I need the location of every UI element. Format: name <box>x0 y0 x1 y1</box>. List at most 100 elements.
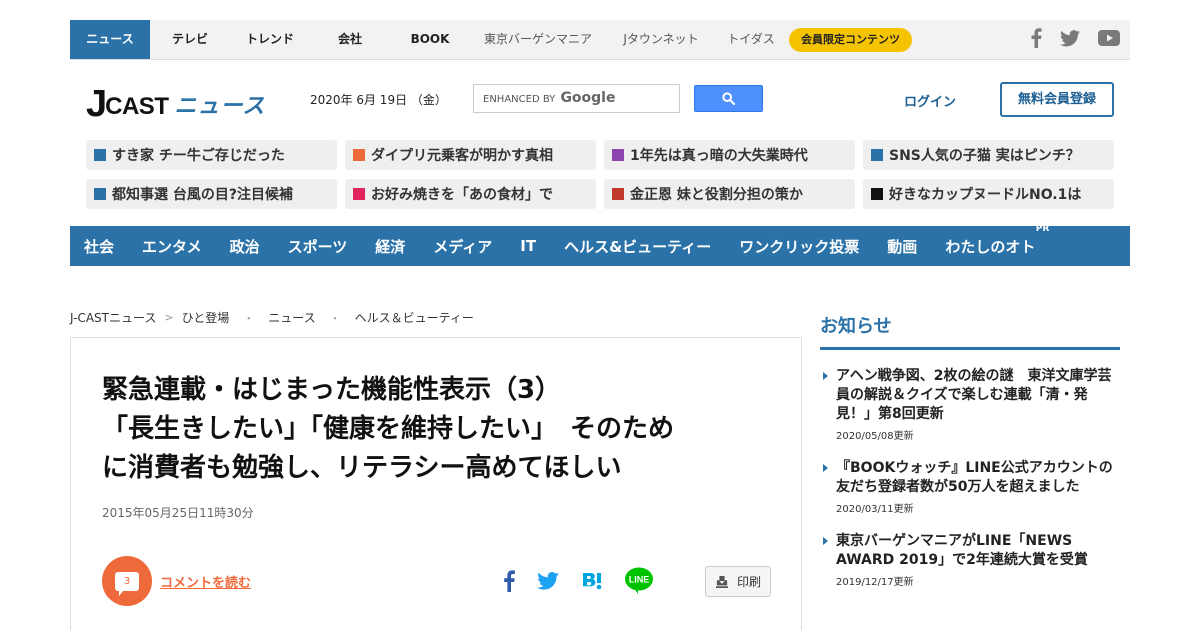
notice-date: 2019/12/17更新 <box>836 577 914 588</box>
ticker-marker <box>94 149 106 161</box>
youtube-icon[interactable] <box>1098 30 1120 50</box>
share-buttons: LINE <box>503 567 675 594</box>
ticker-item[interactable]: すき家 チー牛ご存じだった <box>86 140 337 170</box>
member-content-badge[interactable]: 会員限定コンテンツ <box>789 28 912 52</box>
site-logo[interactable]: J CAST ニュース <box>86 80 266 125</box>
ticker-item[interactable]: 1年先は真っ暗の大失業時代 <box>604 140 855 170</box>
breadcrumb-separator: > <box>164 311 174 324</box>
breadcrumb: J-CASTニュース > ひと登場 ・ ニュース ・ ヘルス＆ビューティー <box>70 309 474 326</box>
chevron-right-icon <box>823 464 828 472</box>
site-nav-tv[interactable]: テレビ <box>150 20 230 59</box>
ticker-label: 1年先は真っ暗の大失業時代 <box>630 148 808 164</box>
headline-line: に消費者も勉強し、リテラシー高めてほしい <box>102 453 622 483</box>
breadcrumb-item[interactable]: J-CASTニュース <box>70 309 156 326</box>
ticker-marker <box>353 149 365 161</box>
search-brand: Google <box>560 90 616 106</box>
category-society[interactable]: 社会 <box>84 236 114 257</box>
notices-title: お知らせ <box>820 312 1120 350</box>
ticker-label: 都知事選 台風の目?注目候補 <box>112 187 293 203</box>
twitter-icon[interactable] <box>537 571 559 590</box>
category-video[interactable]: 動画 <box>887 236 917 257</box>
hatena-bookmark-icon[interactable] <box>581 571 603 591</box>
chevron-right-icon <box>823 372 828 380</box>
site-nav-company[interactable]: 会社 <box>310 20 390 59</box>
category-entertainment[interactable]: エンタメ <box>142 236 202 257</box>
ticker-marker <box>353 188 365 200</box>
headline-line: 「長生きしたい」「健康を維持したい」 そのため <box>102 414 675 444</box>
ticker-item[interactable]: お好み焼きを「あの食材」で <box>345 179 596 209</box>
site-nav-toidas[interactable]: トイダス <box>716 20 786 59</box>
ticker-item[interactable]: 好きなカップヌードルNO.1は <box>863 179 1114 209</box>
category-sports[interactable]: スポーツ <box>288 236 348 257</box>
category-one-click-poll[interactable]: ワンクリック投票 <box>739 236 859 257</box>
ticker-item[interactable]: SNS人気の子猫 実はピンチ？ <box>863 140 1114 170</box>
search-button[interactable] <box>694 85 763 112</box>
logo-j: J <box>86 83 107 125</box>
site-nav: ニュース テレビ トレンド 会社 BOOK 東京バーゲンマニア Jタウンネット … <box>70 20 786 59</box>
search-input[interactable]: ENHANCED BY Google <box>473 84 680 113</box>
article-headline: 緊急連載・はじまった機能性表示（3） 「長生きしたい」「健康を維持したい」 その… <box>102 371 782 488</box>
site-nav-book[interactable]: BOOK <box>390 20 470 59</box>
top-bar: ニュース テレビ トレンド 会社 BOOK 東京バーゲンマニア Jタウンネット … <box>70 20 1130 60</box>
category-politics[interactable]: 政治 <box>230 236 260 257</box>
ticker-label: お好み焼きを「あの食材」で <box>371 187 553 203</box>
login-link[interactable]: ログイン <box>904 91 956 110</box>
published-date: 2015年05月25日11時30分 <box>102 506 254 520</box>
logo-cast: CAST <box>105 93 169 120</box>
ticker-marker <box>871 149 883 161</box>
notice-item[interactable]: 『BOOKウォッチ』LINE公式アカウントの友だち登録者数が50万人を超えました… <box>820 459 1120 515</box>
headline-line: 緊急連載・はじまった機能性表示（3） <box>102 375 562 405</box>
breadcrumb-item[interactable]: ヘルス＆ビューティー <box>355 309 474 326</box>
ticker-marker <box>612 149 624 161</box>
site-nav-jtown[interactable]: Jタウンネット <box>606 20 716 59</box>
article-card: 緊急連載・はじまった機能性表示（3） 「長生きしたい」「健康を維持したい」 その… <box>70 337 802 630</box>
category-watashi-no-oto[interactable]: わたしのオト PR <box>945 224 1049 257</box>
category-media[interactable]: メディア <box>433 236 492 257</box>
notice-title[interactable]: 『BOOKウォッチ』LINE公式アカウントの友だち登録者数が50万人を超えました <box>836 459 1120 497</box>
comment-count-button[interactable]: 3 <box>102 556 152 606</box>
notice-title[interactable]: アヘン戦争図、2枚の絵の謎 東洋文庫学芸員の解説＆クイズで楽しむ連載「清・発見！… <box>836 367 1120 424</box>
ticker-item[interactable]: 金正恩 妹と役割分担の策か <box>604 179 855 209</box>
register-button[interactable]: 無料会員登録 <box>1000 82 1114 117</box>
ticker-label: SNS人気の子猫 実はピンチ？ <box>889 148 1080 164</box>
breadcrumb-separator: ・ <box>329 311 341 325</box>
ticker-label: 好きなカップヌードルNO.1は <box>889 187 1082 203</box>
facebook-icon[interactable] <box>1030 28 1042 52</box>
category-it[interactable]: IT <box>520 237 536 255</box>
svg-text:LINE: LINE <box>629 575 650 585</box>
logo-news: ニュース <box>174 94 266 119</box>
notices-sidebar: お知らせ アヘン戦争図、2枚の絵の謎 東洋文庫学芸員の解説＆クイズで楽しむ連載「… <box>820 312 1120 605</box>
category-health-beauty[interactable]: ヘルス&ビューティー <box>564 236 711 257</box>
pr-badge: PR <box>1035 223 1050 234</box>
site-nav-news[interactable]: ニュース <box>70 20 150 59</box>
category-nav: 社会 エンタメ 政治 スポーツ 経済 メディア IT ヘルス&ビューティー ワン… <box>70 224 1130 266</box>
ticker-label: すき家 チー牛ご存じだった <box>112 148 285 164</box>
notice-title[interactable]: 東京バーゲンマニアがLINE「NEWS AWARD 2019」で2年連続大賞を受… <box>836 532 1120 570</box>
chevron-right-icon <box>823 537 828 545</box>
ticker-marker <box>612 188 624 200</box>
site-nav-trend[interactable]: トレンド <box>230 20 310 59</box>
ticker-item[interactable]: ダイプリ元乗客が明かす真相 <box>345 140 596 170</box>
read-comments-link[interactable]: コメントを読む <box>160 572 251 591</box>
comment-count: 3 <box>115 571 139 596</box>
site-nav-bargain-mania[interactable]: 東京バーゲンマニア <box>470 20 606 59</box>
facebook-icon[interactable] <box>503 569 515 592</box>
notice-item[interactable]: アヘン戦争図、2枚の絵の謎 東洋文庫学芸員の解説＆クイズで楽しむ連載「清・発見！… <box>820 367 1120 442</box>
print-button[interactable]: 印刷 <box>705 566 771 597</box>
notices-list: アヘン戦争図、2枚の絵の謎 東洋文庫学芸員の解説＆クイズで楽しむ連載「清・発見！… <box>820 367 1120 588</box>
breadcrumb-item[interactable]: ニュース <box>268 309 315 326</box>
ticker-item[interactable]: 都知事選 台風の目?注目候補 <box>86 179 337 209</box>
ticker-marker <box>871 188 883 200</box>
breadcrumb-item[interactable]: ひと登場 <box>182 309 230 326</box>
line-icon[interactable]: LINE <box>625 567 653 594</box>
print-label: 印刷 <box>736 575 761 589</box>
twitter-icon[interactable] <box>1060 29 1080 51</box>
ticker-marker <box>94 188 106 200</box>
ticker-label: ダイプリ元乗客が明かす真相 <box>371 148 553 164</box>
notice-item[interactable]: 東京バーゲンマニアがLINE「NEWS AWARD 2019」で2年連続大賞を受… <box>820 532 1120 588</box>
category-economy[interactable]: 経済 <box>375 236 405 257</box>
current-date: 2020年 6月 19日 （金） <box>310 93 447 107</box>
notice-date: 2020/03/11更新 <box>836 504 914 515</box>
print-icon <box>715 575 728 588</box>
search-icon <box>722 92 735 105</box>
